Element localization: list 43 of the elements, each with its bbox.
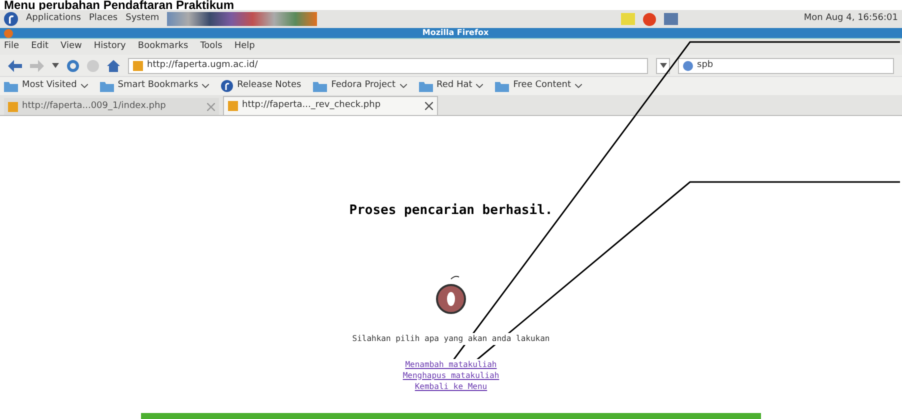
caret-icon[interactable]: [52, 63, 59, 68]
page-link[interactable]: Menambah matakuliah: [405, 358, 497, 370]
bookmark-item[interactable]: Free Content: [495, 79, 582, 93]
page-link[interactable]: Kembali ke Menu: [414, 380, 488, 392]
folder-icon: [495, 80, 510, 92]
bookmark-item[interactable]: Smart Bookmarks: [100, 79, 210, 93]
menu-item[interactable]: Tools: [200, 40, 222, 54]
fedora-logo-icon: [4, 12, 18, 26]
menu-item[interactable]: Bookmarks: [138, 40, 188, 54]
search-field[interactable]: spb: [678, 58, 894, 74]
menu-item[interactable]: File: [4, 40, 20, 54]
close-icon[interactable]: [425, 102, 433, 110]
menu-item[interactable]: View: [60, 40, 82, 54]
menu-item[interactable]: Edit: [31, 40, 48, 54]
bookmark-item[interactable]: Fedora Project: [313, 79, 406, 93]
bookmark-item[interactable]: Most Visited: [4, 79, 88, 93]
back-icon[interactable]: [8, 60, 22, 72]
browser-tab[interactable]: http://faperta...009_1/index.php: [4, 98, 219, 115]
folder-icon: [418, 80, 432, 92]
menu-item[interactable]: History: [94, 40, 126, 54]
panel-menu[interactable]: System: [126, 12, 160, 26]
apple-icon: [433, 274, 469, 314]
page-link[interactable]: Menghapus matakuliah: [402, 370, 500, 380]
clock[interactable]: Mon Aug 4, 16:56:01: [804, 12, 898, 26]
bookmark-item[interactable]: Release Notes: [221, 79, 302, 93]
bookmark-item[interactable]: Red Hat: [418, 79, 484, 93]
folder-icon: [100, 80, 114, 92]
fedora-logo-icon: [221, 80, 234, 92]
caption: Menu perubahan Pendaftaran Praktikum: [3, 0, 236, 10]
home-icon[interactable]: [107, 60, 120, 72]
browser-tab[interactable]: http://faperta..._rev_check.php: [223, 96, 438, 115]
url-field[interactable]: http://faperta.ugm.ac.id/: [128, 58, 648, 74]
menu-item[interactable]: Help: [234, 40, 255, 54]
caret-icon: [660, 63, 666, 68]
folder-icon: [4, 80, 18, 92]
prompt-text: Silahkan pilih apa yang akan anda lakukan: [352, 332, 550, 344]
reload-icon[interactable]: [67, 60, 79, 72]
window-title: Mozilla Firefox: [421, 28, 490, 38]
panel-menu[interactable]: Places: [88, 12, 118, 26]
folder-icon: [313, 80, 328, 92]
panel-menu[interactable]: Applications: [26, 12, 81, 26]
page-heading: Proses pencarian berhasil.: [349, 202, 553, 220]
url-dropdown-button[interactable]: [656, 58, 670, 74]
